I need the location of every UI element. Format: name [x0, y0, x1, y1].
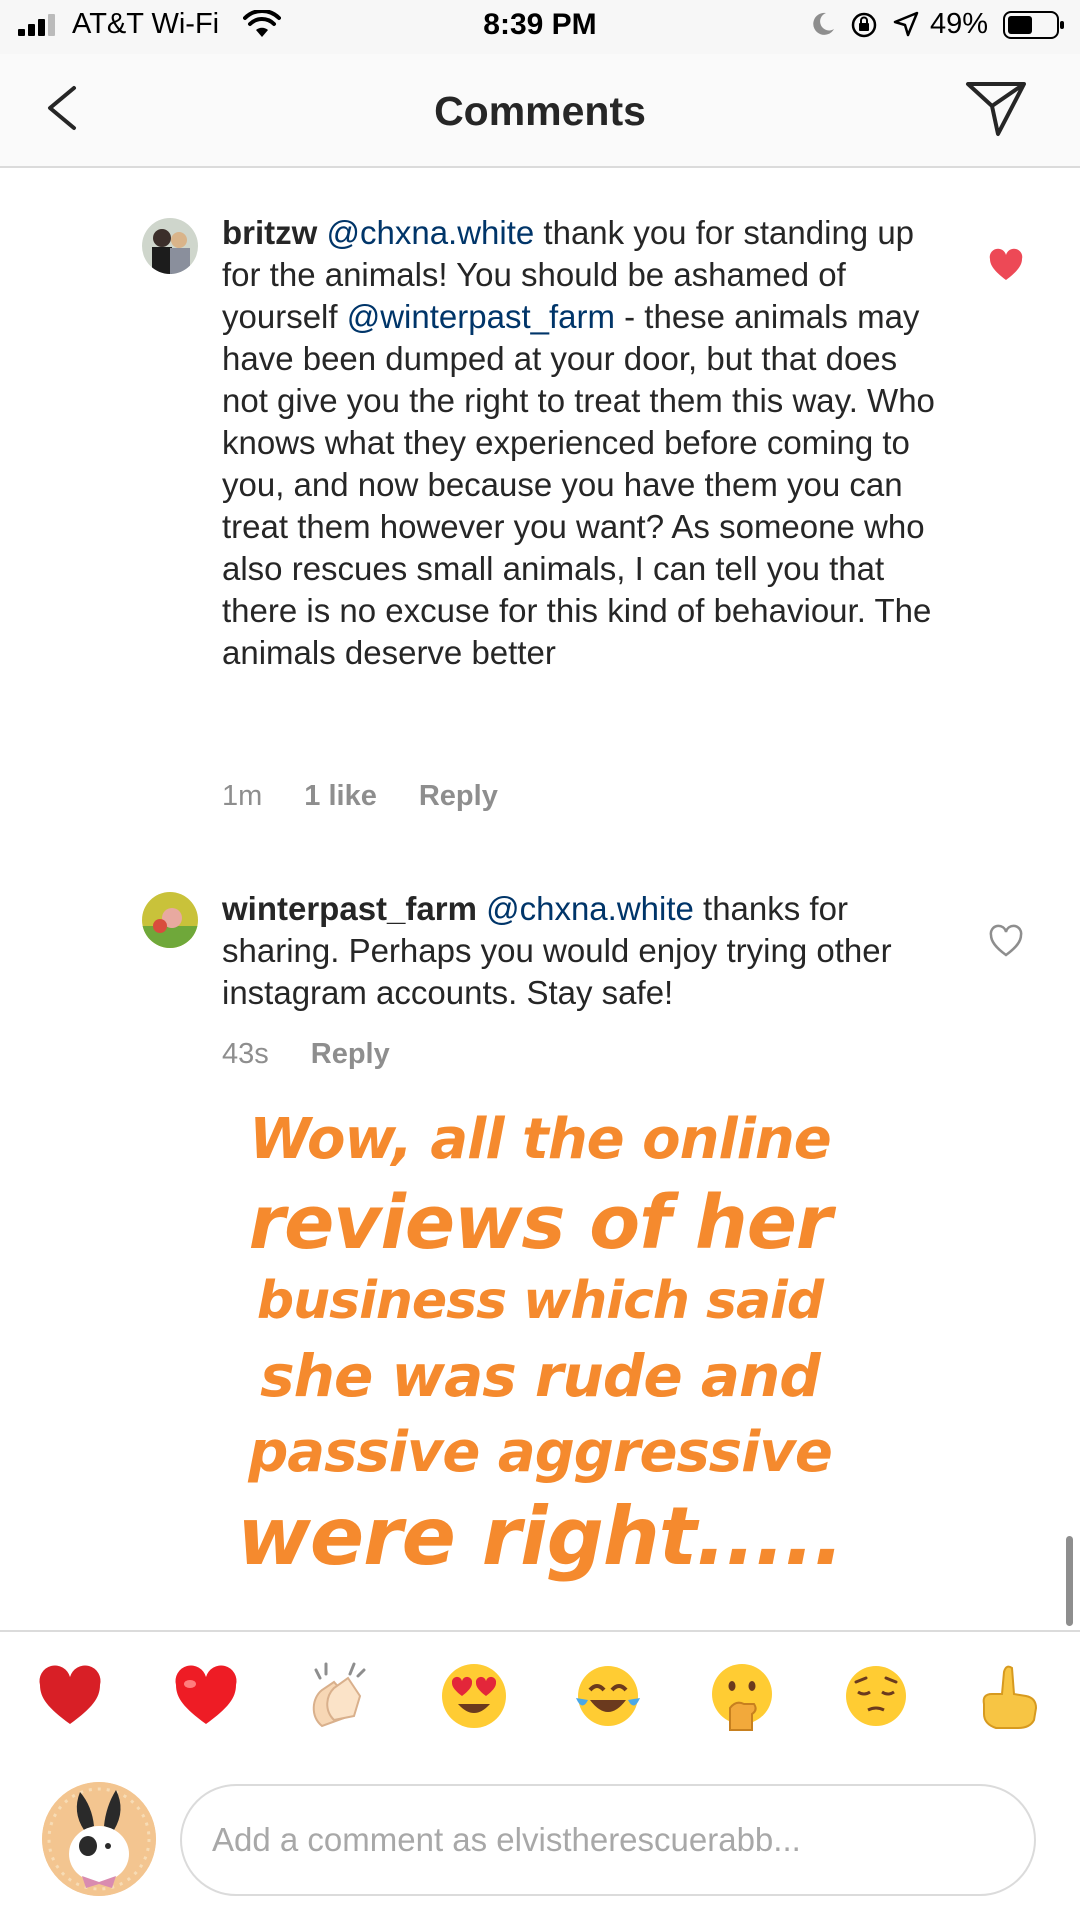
rabbit-avatar-icon [42, 1782, 156, 1896]
red-heart-emoji-icon[interactable] [170, 1660, 242, 1732]
avatar[interactable] [142, 218, 198, 274]
comment-body: britzw @chxna.white thank you for standi… [222, 212, 942, 674]
user-photo-icon [142, 218, 198, 274]
emoji-quick-bar [0, 1660, 1080, 1740]
comment-text-part: - these animals may have been dumped at … [222, 298, 935, 671]
comment-body: winterpast_farm @chxna.white thanks for … [222, 888, 942, 1014]
tears-of-joy-emoji-icon[interactable] [572, 1660, 644, 1732]
reply-button[interactable]: Reply [311, 1038, 390, 1071]
mention-link[interactable]: @chxna.white [486, 890, 694, 927]
user-photo-icon [142, 892, 198, 948]
heart-eyes-emoji-icon[interactable] [438, 1660, 510, 1732]
overlay-line: passive aggressive [248, 1420, 833, 1485]
avatar[interactable] [142, 892, 198, 948]
comment-username[interactable]: britzw [222, 214, 317, 251]
direct-send-icon[interactable] [962, 78, 1030, 140]
comment-input[interactable] [180, 1784, 1036, 1896]
battery-icon [1003, 11, 1064, 39]
reply-button[interactable]: Reply [419, 780, 498, 813]
comment-time: 1m [222, 780, 263, 812]
overlay-line: business which said [256, 1271, 824, 1331]
overlay-line: were right..... [236, 1490, 844, 1583]
overlay-line: Wow, all the online [249, 1107, 831, 1172]
hand-over-mouth-emoji-icon[interactable] [706, 1660, 778, 1732]
comment-meta: 1m 1 like Reply [222, 780, 498, 813]
moon-icon [813, 12, 834, 35]
call-me-hand-emoji-icon[interactable] [974, 1660, 1046, 1732]
pensive-face-emoji-icon[interactable] [840, 1660, 912, 1732]
overlay-line: reviews of her [248, 1180, 833, 1266]
comment-likes[interactable]: 1 like [304, 780, 377, 813]
my-avatar[interactable] [42, 1782, 156, 1896]
comment-username[interactable]: winterpast_farm [222, 890, 477, 927]
status-bar: AT&T Wi-Fi 8:39 PM 49% [0, 0, 1080, 54]
story-text-overlay: Wow, all the online reviews of her busin… [0, 1098, 1080, 1582]
liked-heart-icon[interactable] [988, 248, 1024, 282]
scrollbar[interactable] [1066, 1536, 1073, 1626]
red-heart-emoji-icon[interactable] [34, 1660, 106, 1732]
comments-header: Comments [0, 54, 1080, 168]
battery-percent: 49% [930, 8, 989, 40]
comment-meta: 43s Reply [222, 1038, 390, 1071]
heart-outline-icon[interactable] [988, 924, 1024, 958]
mention-link[interactable]: @winterpast_farm [347, 298, 615, 335]
location-arrow-icon [893, 11, 919, 37]
comment-time: 43s [222, 1038, 269, 1070]
page-title: Comments [434, 88, 646, 134]
clapping-hands-emoji-icon[interactable] [304, 1660, 376, 1732]
rotation-lock-icon [851, 12, 877, 38]
divider [0, 1630, 1080, 1632]
mention-link[interactable]: @chxna.white [327, 214, 535, 251]
overlay-line: she was rude and [260, 1342, 821, 1410]
